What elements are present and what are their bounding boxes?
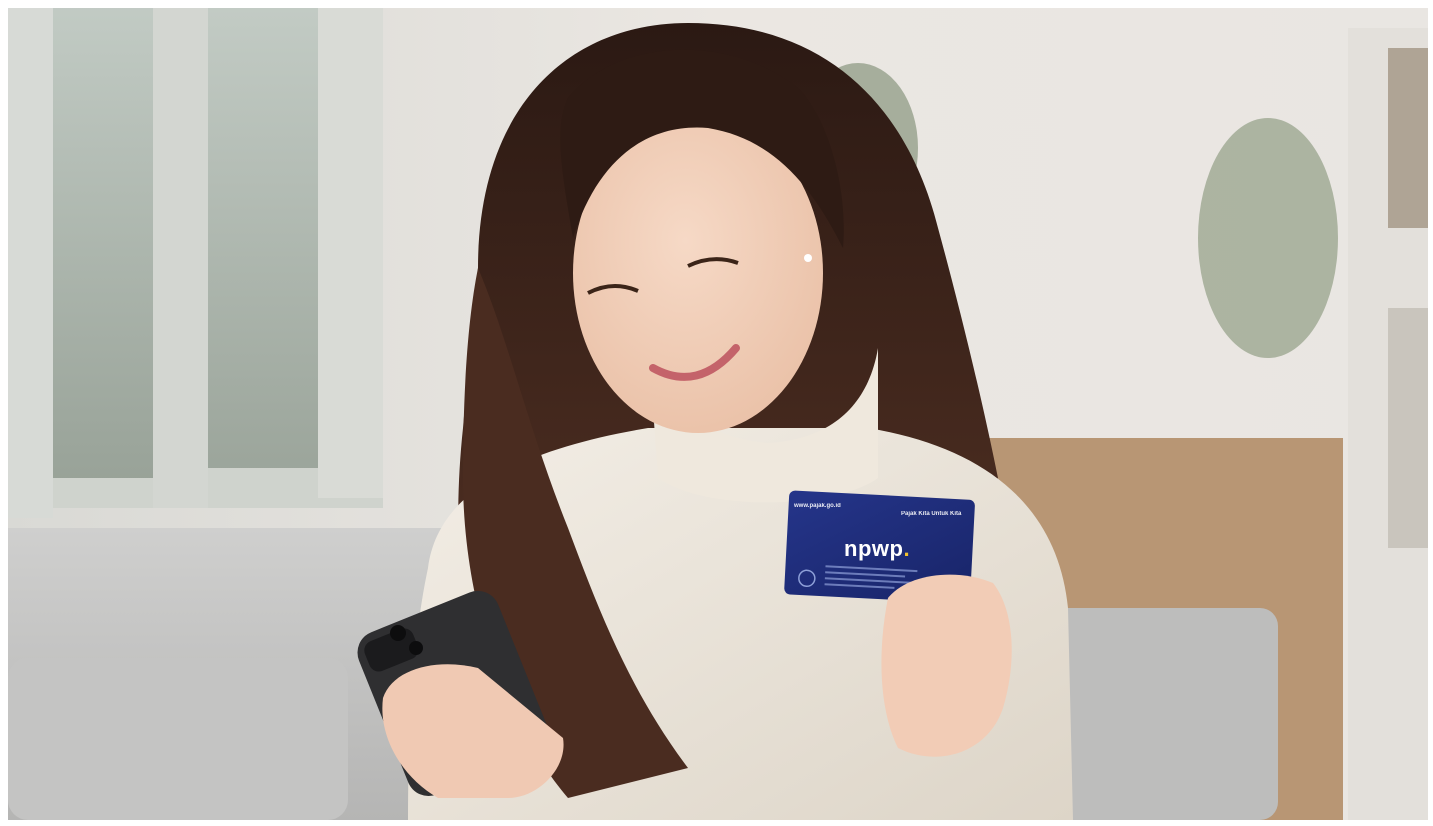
photo-illustration bbox=[8, 8, 1428, 820]
npwp-logo-text: npwp bbox=[844, 536, 904, 561]
earring bbox=[804, 254, 812, 262]
card-slogan: Pajak Kita Untuk Kita bbox=[901, 511, 962, 517]
npwp-logo: npwp. bbox=[844, 536, 910, 562]
npwp-logo-dot: . bbox=[903, 536, 911, 561]
photo: www.pajak.go.id Pajak Kita Untuk Kita np… bbox=[8, 8, 1428, 820]
card-url: www.pajak.go.id bbox=[794, 503, 841, 509]
bookshelf bbox=[1348, 28, 1428, 820]
window bbox=[8, 8, 383, 518]
